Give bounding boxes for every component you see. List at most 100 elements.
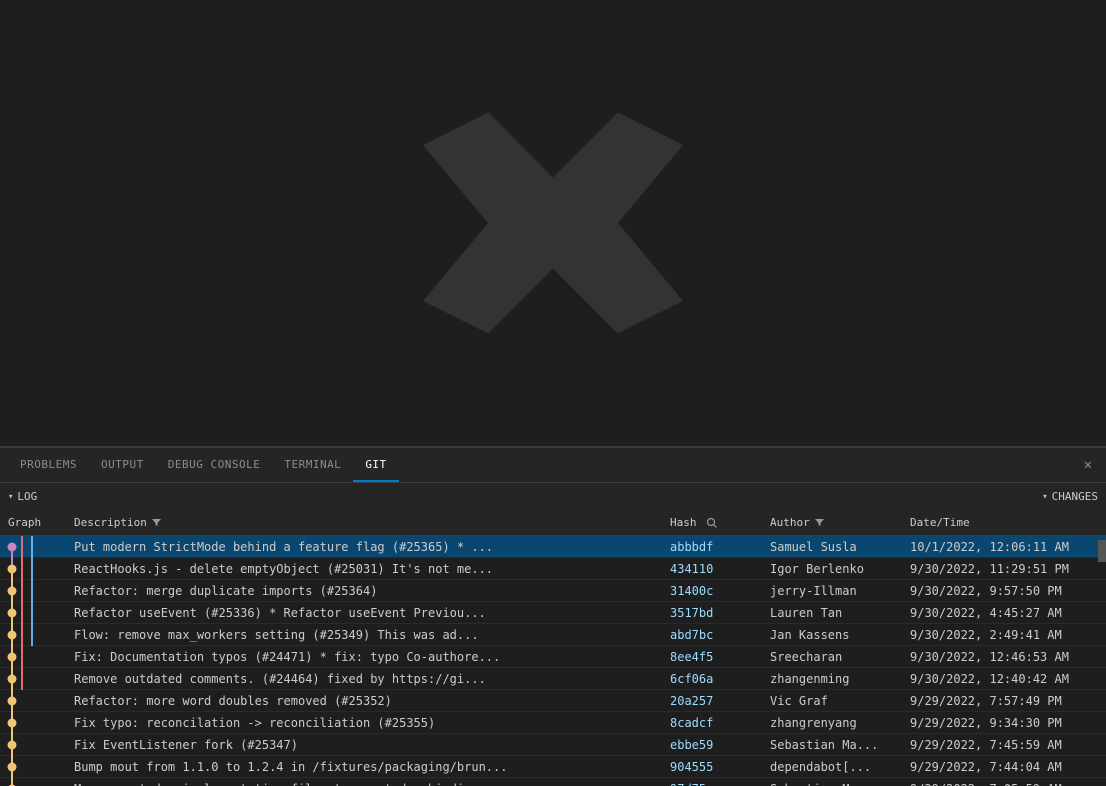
chevron-down-icon: ▾ bbox=[8, 492, 13, 502]
description-cell: Move react_dom implementation files to r… bbox=[70, 782, 666, 786]
date-cell: 9/30/2022, 12:46:53 AM bbox=[906, 650, 1106, 664]
description-cell: Remove outdated comments. (#24464) fixed… bbox=[70, 672, 666, 686]
hash-cell: 434110 bbox=[666, 562, 766, 576]
hash-cell: 20a257 bbox=[666, 694, 766, 708]
vscode-logo bbox=[423, 93, 683, 353]
tab-output[interactable]: OUTPUT bbox=[89, 448, 156, 482]
hash-cell: 904555 bbox=[666, 760, 766, 774]
graph-cell bbox=[0, 690, 70, 712]
hash-cell: 31400c bbox=[666, 584, 766, 598]
col-header-author: Author bbox=[766, 516, 906, 529]
hash-cell: 8cadcf bbox=[666, 716, 766, 730]
table-row[interactable]: Fix typo: reconcilation -> reconciliatio… bbox=[0, 712, 1106, 734]
tab-git[interactable]: GIT bbox=[353, 448, 398, 482]
editor-area bbox=[0, 0, 1106, 446]
author-cell: jerry-Illman bbox=[766, 584, 906, 598]
author-cell: Vic Graf bbox=[766, 694, 906, 708]
graph-cell bbox=[0, 602, 70, 624]
author-cell: Sreecharan bbox=[766, 650, 906, 664]
description-cell: Refactor: merge duplicate imports (#2536… bbox=[70, 584, 666, 598]
close-panel-button[interactable]: ✕ bbox=[1078, 455, 1098, 475]
author-cell: zhangrenyang bbox=[766, 716, 906, 730]
tab-debug-console[interactable]: DEBUG CONSOLE bbox=[156, 448, 273, 482]
description-cell: Put modern StrictMode behind a feature f… bbox=[70, 540, 666, 554]
date-cell: 9/29/2022, 7:57:49 PM bbox=[906, 694, 1106, 708]
graph-cell bbox=[0, 646, 70, 668]
table-row[interactable]: Move react_dom implementation files to r… bbox=[0, 778, 1106, 786]
tab-problems[interactable]: PROBLEMS bbox=[8, 448, 89, 482]
hash-cell: 8ee4f5 bbox=[666, 650, 766, 664]
col-hash-label: Hash bbox=[670, 516, 697, 529]
date-cell: 9/30/2022, 12:40:42 AM bbox=[906, 672, 1106, 686]
graph-cell bbox=[0, 668, 70, 690]
description-cell: ReactHooks.js - delete emptyObject (#250… bbox=[70, 562, 666, 576]
git-log-header: Graph Description Hash bbox=[0, 510, 1106, 536]
hash-cell: abd7bc bbox=[666, 628, 766, 642]
date-cell: 9/29/2022, 7:45:59 AM bbox=[906, 738, 1106, 752]
panel-tabs: PROBLEMS OUTPUT DEBUG CONSOLE TERMINAL G… bbox=[0, 447, 1106, 482]
description-cell: Flow: remove max_workers setting (#25349… bbox=[70, 628, 666, 642]
date-cell: 9/29/2022, 7:05:59 AM bbox=[906, 782, 1106, 786]
table-row[interactable]: Flow: remove max_workers setting (#25349… bbox=[0, 624, 1106, 646]
description-filter-icon[interactable] bbox=[151, 517, 163, 529]
col-author-label: Author bbox=[770, 516, 810, 529]
table-row[interactable]: ReactHooks.js - delete emptyObject (#250… bbox=[0, 558, 1106, 580]
graph-cell bbox=[0, 558, 70, 580]
graph-cell bbox=[0, 536, 70, 558]
col-header-date: Date/Time bbox=[906, 516, 1106, 529]
log-section-label[interactable]: ▾ LOG bbox=[8, 490, 37, 503]
col-date-label: Date/Time bbox=[910, 516, 970, 529]
table-row[interactable]: Put modern StrictMode behind a feature f… bbox=[0, 536, 1106, 558]
author-filter-icon[interactable] bbox=[814, 517, 826, 529]
author-cell: Sebastian Ma... bbox=[766, 782, 906, 786]
graph-cell bbox=[0, 778, 70, 786]
table-row[interactable]: Fix EventListener fork (#25347)ebbe59Seb… bbox=[0, 734, 1106, 756]
author-cell: Jan Kassens bbox=[766, 628, 906, 642]
col-header-hash: Hash bbox=[666, 516, 766, 530]
graph-cell bbox=[0, 580, 70, 602]
date-cell: 9/30/2022, 4:45:27 AM bbox=[906, 606, 1106, 620]
git-log-table[interactable]: Graph Description Hash bbox=[0, 510, 1106, 786]
date-cell: 9/29/2022, 7:44:04 AM bbox=[906, 760, 1106, 774]
commit-rows-container: Put modern StrictMode behind a feature f… bbox=[0, 536, 1106, 786]
hash-cell: 3517bd bbox=[666, 606, 766, 620]
description-cell: Bump mout from 1.1.0 to 1.2.4 in /fixtur… bbox=[70, 760, 666, 774]
hash-cell: 97d75a bbox=[666, 782, 766, 786]
hash-cell: ebbe59 bbox=[666, 738, 766, 752]
col-graph-label: Graph bbox=[8, 516, 41, 529]
date-cell: 10/1/2022, 12:06:11 AM bbox=[906, 540, 1106, 554]
hash-cell: abbbdf bbox=[666, 540, 766, 554]
col-header-description: Description bbox=[70, 516, 666, 529]
table-row[interactable]: Refactor: merge duplicate imports (#2536… bbox=[0, 580, 1106, 602]
description-cell: Fix: Documentation typos (#24471) * fix:… bbox=[70, 650, 666, 664]
table-row[interactable]: Refactor: more word doubles removed (#25… bbox=[0, 690, 1106, 712]
description-cell: Refactor: more word doubles removed (#25… bbox=[70, 694, 666, 708]
author-cell: Igor Berlenko bbox=[766, 562, 906, 576]
graph-cell bbox=[0, 756, 70, 778]
description-cell: Fix typo: reconcilation -> reconciliatio… bbox=[70, 716, 666, 730]
chevron-down-icon-changes: ▾ bbox=[1042, 492, 1047, 502]
log-label-text: LOG bbox=[17, 490, 37, 503]
table-row[interactable]: Remove outdated comments. (#24464) fixed… bbox=[0, 668, 1106, 690]
table-row[interactable]: Fix: Documentation typos (#24471) * fix:… bbox=[0, 646, 1106, 668]
log-bar: ▾ LOG ▾ CHANGES bbox=[0, 482, 1106, 510]
table-row[interactable]: Bump mout from 1.1.0 to 1.2.4 in /fixtur… bbox=[0, 756, 1106, 778]
author-cell: Samuel Susla bbox=[766, 540, 906, 554]
date-cell: 9/30/2022, 2:49:41 AM bbox=[906, 628, 1106, 642]
tab-terminal[interactable]: TERMINAL bbox=[272, 448, 353, 482]
date-cell: 9/30/2022, 9:57:50 PM bbox=[906, 584, 1106, 598]
author-cell: zhangenming bbox=[766, 672, 906, 686]
changes-section-label[interactable]: ▾ CHANGES bbox=[1042, 490, 1098, 503]
hash-cell: 6cf06a bbox=[666, 672, 766, 686]
date-cell: 9/30/2022, 11:29:51 PM bbox=[906, 562, 1106, 576]
changes-label-text: CHANGES bbox=[1052, 490, 1098, 503]
panel-area: PROBLEMS OUTPUT DEBUG CONSOLE TERMINAL G… bbox=[0, 446, 1106, 786]
hash-search-icon[interactable] bbox=[705, 516, 719, 530]
author-cell: Lauren Tan bbox=[766, 606, 906, 620]
description-cell: Fix EventListener fork (#25347) bbox=[70, 738, 666, 752]
description-cell: Refactor useEvent (#25336) * Refactor us… bbox=[70, 606, 666, 620]
table-row[interactable]: Refactor useEvent (#25336) * Refactor us… bbox=[0, 602, 1106, 624]
date-cell: 9/29/2022, 9:34:30 PM bbox=[906, 716, 1106, 730]
graph-cell bbox=[0, 734, 70, 756]
graph-cell bbox=[0, 624, 70, 646]
